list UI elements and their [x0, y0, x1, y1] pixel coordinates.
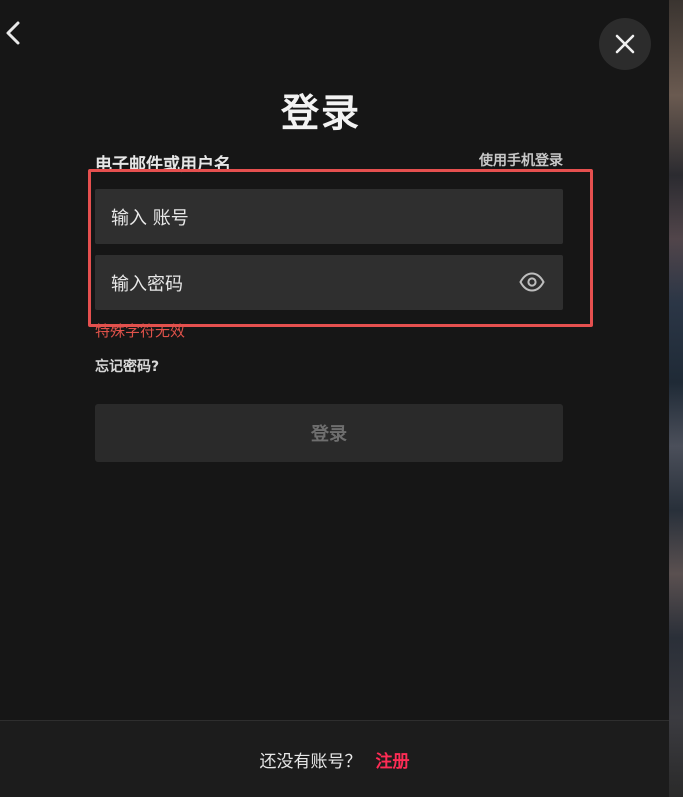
- footer: 还没有账号？ 注册: [0, 720, 669, 797]
- back-button[interactable]: [2, 18, 26, 48]
- error-message: 特殊字符无效: [95, 322, 186, 340]
- forgot-password-link[interactable]: 忘记密码?: [95, 356, 159, 376]
- phone-login-link[interactable]: 使用手机登录: [479, 150, 563, 170]
- input-highlight-box: [88, 169, 593, 327]
- close-icon: [615, 34, 635, 54]
- signup-link[interactable]: 注册: [376, 747, 410, 772]
- chevron-left-icon: [6, 21, 20, 45]
- login-modal: 登录 电子邮件或用户名 使用手机登录 输入 账号 输入密码 特殊字符无效 忘记密…: [0, 0, 669, 797]
- page-title: 登录: [280, 91, 361, 135]
- no-account-text: 还没有账号？: [259, 751, 362, 772]
- login-button[interactable]: 登录: [95, 404, 563, 462]
- background-content-strip: [669, 0, 683, 797]
- close-button[interactable]: [599, 18, 651, 70]
- page: 登录 电子邮件或用户名 使用手机登录 输入 账号 输入密码 特殊字符无效 忘记密…: [0, 0, 683, 797]
